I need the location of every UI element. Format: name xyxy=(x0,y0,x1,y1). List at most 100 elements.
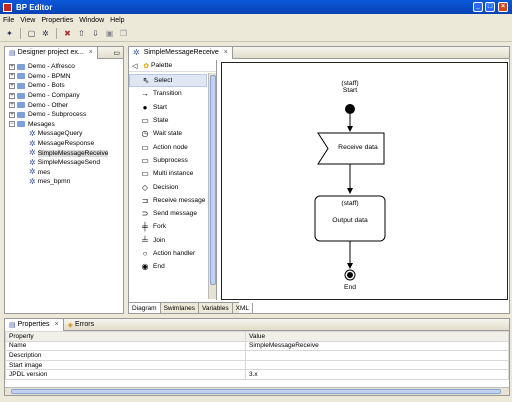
collapse-palette-icon[interactable]: ◁ xyxy=(132,62,137,70)
palette-item[interactable]: ● Start xyxy=(129,101,207,114)
tree-item-label: SimpleMessageSend xyxy=(37,159,101,167)
table-row[interactable]: Description xyxy=(5,350,509,361)
tree-item[interactable]: − Mesages xyxy=(9,120,123,130)
tree-item-label: Demo - Other xyxy=(28,101,68,109)
tab-properties[interactable]: ▤ Properties × xyxy=(5,318,64,331)
palette-item[interactable]: ⊐ Receive message xyxy=(129,194,207,207)
property-value[interactable] xyxy=(245,359,509,371)
copy-icon[interactable]: ❐ xyxy=(118,28,129,39)
palette-item[interactable]: ◇ Decision xyxy=(129,180,207,193)
palette-item[interactable]: ╧ Join xyxy=(129,234,207,247)
horizontal-scroll-thumb[interactable] xyxy=(11,389,501,394)
diamond-icon: ◇ xyxy=(141,182,149,192)
output-role: (staff) xyxy=(341,200,359,207)
export-icon[interactable]: ⇩ xyxy=(90,28,101,39)
menu-properties[interactable]: Properties xyxy=(38,17,76,24)
palette-item[interactable]: ◉ End xyxy=(129,260,207,273)
start-node[interactable] xyxy=(345,104,355,114)
column-header-property[interactable]: Property xyxy=(5,331,246,342)
menu-view[interactable]: View xyxy=(17,17,38,24)
tree-item[interactable]: ✲ SimpleMessageReceive xyxy=(9,148,123,158)
new-folder-icon[interactable]: ▢ xyxy=(26,28,37,39)
errors-icon: ◈ xyxy=(67,321,74,329)
new-project-icon[interactable]: ✦ xyxy=(4,28,15,39)
property-value[interactable] xyxy=(245,350,509,361)
close-button[interactable]: × xyxy=(498,2,508,12)
tree-item[interactable]: + Demo - Subprocess xyxy=(9,110,123,120)
save-icon[interactable]: ▣ xyxy=(104,28,115,39)
window-title: BP Editor xyxy=(16,2,53,12)
minimize-view-icon[interactable]: ▭ xyxy=(113,49,120,57)
palette-item[interactable]: ▭ Subprocess xyxy=(129,154,207,167)
tree-item[interactable]: ✲ MessageQuery xyxy=(9,129,123,139)
palette-item[interactable]: ▭ Action node xyxy=(129,140,207,153)
property-name: Description xyxy=(5,350,246,361)
tab-designer-project-explorer[interactable]: ▤ Designer project ex... × xyxy=(5,46,98,59)
palette-item[interactable]: ╪ Fork xyxy=(129,220,207,233)
tab-xml[interactable]: XML xyxy=(233,303,253,313)
expand-toggle-icon[interactable]: + xyxy=(9,73,15,80)
palette-item[interactable]: ○ Action handler xyxy=(129,247,207,260)
menu-window[interactable]: Window xyxy=(76,17,107,24)
property-value[interactable]: SimpleMessageReceive xyxy=(245,340,509,352)
process-icon: ✲ xyxy=(29,128,36,138)
tab-diagram[interactable]: Diagram xyxy=(129,303,161,313)
table-row[interactable]: Name SimpleMessageReceive xyxy=(5,340,509,352)
close-tab-icon[interactable]: × xyxy=(55,321,59,328)
properties-horizontal-scrollbar[interactable] xyxy=(5,387,509,395)
palette-item[interactable]: ⇖ Select xyxy=(129,74,207,88)
palette-scrollbar[interactable] xyxy=(208,73,216,299)
tree-item[interactable]: ✲ SimpleMessageSend xyxy=(9,158,123,168)
table-row[interactable]: JPDL version 3.x xyxy=(5,369,509,380)
expand-toggle-icon[interactable]: + xyxy=(9,82,15,89)
expand-toggle-icon[interactable]: + xyxy=(9,92,15,99)
delete-icon[interactable]: ✖ xyxy=(62,28,73,39)
tab-errors[interactable]: ◈ Errors xyxy=(64,319,98,331)
palette-scroll-thumb[interactable] xyxy=(210,75,216,285)
palette-item[interactable]: ◷ Wait state xyxy=(129,127,207,140)
tree-item-label: MessageQuery xyxy=(37,130,83,138)
errors-tab-label: Errors xyxy=(75,321,95,328)
tree-item[interactable]: + Demo - Company xyxy=(9,91,123,101)
end-node[interactable] xyxy=(347,272,353,278)
tree-item[interactable]: ✲ mes xyxy=(9,168,123,178)
column-header-value[interactable]: Value xyxy=(245,331,509,342)
tree-item[interactable]: ✲ MessageResponse xyxy=(9,139,123,149)
folder-icon xyxy=(17,92,25,99)
new-process-icon[interactable]: ✲ xyxy=(40,28,51,39)
expand-toggle-icon[interactable]: − xyxy=(9,121,15,128)
tab-swimlanes[interactable]: Swimlanes xyxy=(161,303,199,313)
folder-icon xyxy=(17,73,25,80)
close-tab-icon[interactable]: × xyxy=(89,49,93,56)
state-box-icon: ▭ xyxy=(141,116,149,126)
palette-item[interactable]: ▭ State xyxy=(129,114,207,127)
diagram-svg xyxy=(314,104,386,281)
tree-item[interactable]: ✲ mes_bpmn xyxy=(9,177,123,187)
tree-item[interactable]: + Demo - Bots xyxy=(9,81,123,91)
tree-item[interactable]: + Demo - Alfresco xyxy=(9,62,123,72)
diagram-canvas[interactable]: (staff) Start Receive data (staff) Outpu… xyxy=(221,62,508,300)
palette-item[interactable]: → Transition xyxy=(129,87,207,100)
tree-item-label: mes xyxy=(37,168,51,176)
property-value[interactable]: 3.x xyxy=(245,369,509,380)
palette-item-label: Multi instance xyxy=(153,170,194,178)
palette-item-label: End xyxy=(153,263,165,271)
menu-file[interactable]: File xyxy=(0,17,17,24)
maximize-button[interactable]: □ xyxy=(485,2,495,12)
palette-item[interactable]: ⊃ Send message xyxy=(129,207,207,220)
tab-simplemessagereceive[interactable]: ✲ SimpleMessageReceive × xyxy=(129,46,233,59)
tab-variables[interactable]: Variables xyxy=(199,303,233,313)
project-tree: + Demo - Alfresco + Demo - BPMN + Demo - Bots… xyxy=(5,59,123,187)
minimize-button[interactable]: _ xyxy=(473,2,483,12)
expand-toggle-icon[interactable]: + xyxy=(9,63,15,70)
close-tab-icon[interactable]: × xyxy=(224,49,228,56)
palette-header: ◁ ✿ Palette xyxy=(129,60,216,72)
tree-item[interactable]: + Demo - BPMN xyxy=(9,72,123,82)
expand-toggle-icon[interactable]: + xyxy=(9,111,15,118)
palette-item[interactable]: ▭ Multi instance xyxy=(129,167,207,180)
expand-toggle-icon[interactable]: + xyxy=(9,102,15,109)
table-row[interactable]: Start image xyxy=(5,359,509,371)
tree-item[interactable]: + Demo - Other xyxy=(9,100,123,110)
menu-help[interactable]: Help xyxy=(107,17,127,24)
import-icon[interactable]: ⇧ xyxy=(76,28,87,39)
